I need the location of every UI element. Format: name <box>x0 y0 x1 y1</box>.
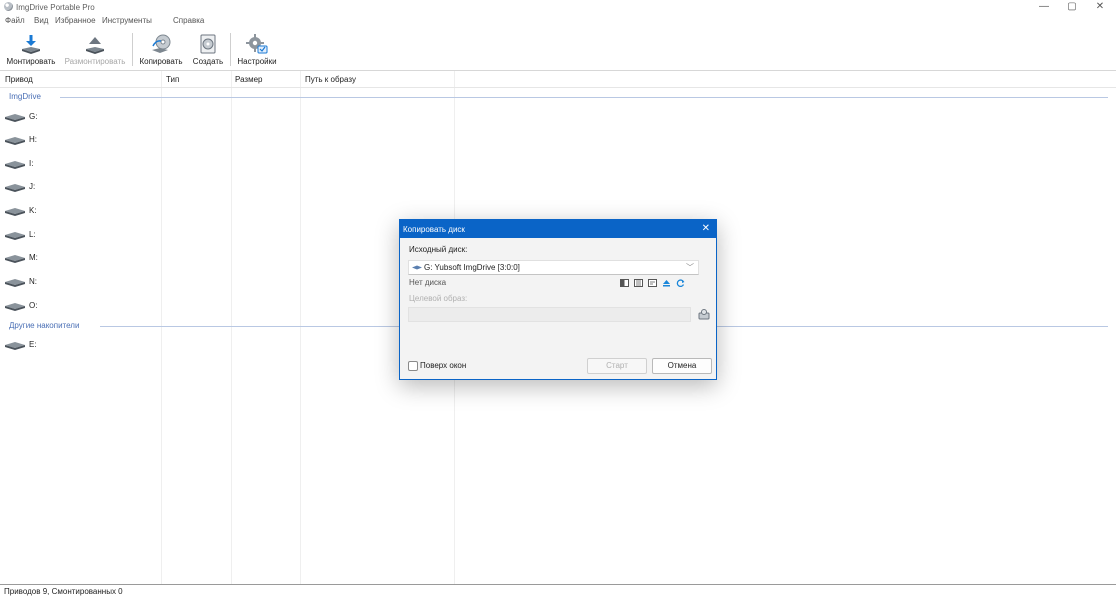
menu-file[interactable]: Файл <box>5 16 25 25</box>
drive-icon <box>5 279 25 287</box>
copy-disc-icon <box>152 34 171 53</box>
drive-label: I: <box>29 159 34 168</box>
drive-icon <box>5 255 25 263</box>
drive-label: N: <box>29 277 37 286</box>
target-image-label: Целевой образ: <box>409 294 468 303</box>
minimize-button[interactable]: — <box>1032 1 1056 12</box>
start-button[interactable]: Старт <box>587 358 647 374</box>
mount-label: Монтировать <box>6 57 56 66</box>
unmount-label: Размонтировать <box>64 57 126 66</box>
create-image-icon <box>200 34 216 54</box>
settings-button[interactable]: Настройки <box>234 29 280 67</box>
chevron-down-icon: ﹀ <box>686 263 694 272</box>
column-image-path[interactable]: Путь к образу <box>305 75 356 84</box>
header-divider <box>0 87 1116 88</box>
menu-help[interactable]: Справка <box>173 16 204 25</box>
toolbar-separator <box>230 33 231 66</box>
column-type[interactable]: Тип <box>166 75 179 84</box>
unmount-button[interactable]: Размонтировать <box>62 29 128 67</box>
column-size[interactable]: Размер <box>235 75 263 84</box>
create-button[interactable]: Создать <box>190 29 226 67</box>
gear-icon <box>246 34 268 54</box>
drive-icon <box>5 114 25 122</box>
mount-button[interactable]: Монтировать <box>4 29 58 67</box>
eject-icon[interactable] <box>662 279 671 287</box>
disc-info-icon[interactable] <box>620 279 629 287</box>
drive-icon <box>5 137 25 145</box>
drive-icon <box>5 232 25 240</box>
target-image-field[interactable] <box>408 307 691 322</box>
dialog-close-button[interactable]: ✕ <box>702 223 710 234</box>
dialog-title-bar[interactable]: Копировать диск ✕ <box>400 220 716 238</box>
create-label: Создать <box>192 57 224 66</box>
group-header-imgdrive: ImgDrive <box>0 92 1116 102</box>
settings-label: Настройки <box>237 57 277 66</box>
hard-drive-icon <box>5 342 25 350</box>
mount-icon <box>22 35 40 54</box>
drive-label: H: <box>29 135 37 144</box>
status-bar: Приводов 9, Смонтированных 0 <box>4 587 123 596</box>
dialog-title: Копировать диск <box>403 225 465 234</box>
drive-label: G: <box>29 112 38 121</box>
app-icon <box>4 2 13 11</box>
window-title: ImgDrive Portable Pro <box>16 3 95 12</box>
menu-tools[interactable]: Инструменты <box>102 16 152 25</box>
drive-icon <box>5 303 25 311</box>
eject-icon <box>86 37 104 54</box>
drive-icon <box>5 161 25 169</box>
drive-label: E: <box>29 340 37 349</box>
refresh-icon[interactable] <box>676 279 685 287</box>
drive-label: J: <box>29 182 36 191</box>
group-name: ImgDrive <box>9 92 46 101</box>
stay-on-top-checkbox[interactable] <box>408 361 418 371</box>
drive-label: K: <box>29 206 37 215</box>
source-disc-value: G: Yubsoft ImgDrive [3:0:0] <box>424 263 520 272</box>
drive-icon <box>412 265 422 270</box>
browse-folder-icon[interactable] <box>698 308 710 320</box>
source-disc-label: Исходный диск: <box>409 245 468 254</box>
copy-disc-dialog: Копировать диск ✕ Исходный диск: G: Yubs… <box>399 219 717 380</box>
group-line <box>60 97 1108 98</box>
source-disc-select[interactable]: G: Yubsoft ImgDrive [3:0:0] ﹀ <box>408 260 699 275</box>
drive-icon <box>5 208 25 216</box>
drive-label: L: <box>29 230 36 239</box>
maximize-button[interactable]: ▢ <box>1060 1 1084 12</box>
cancel-button[interactable]: Отмена <box>652 358 712 374</box>
title-bar: ImgDrive Portable Pro — ▢ ✕ <box>0 0 1116 14</box>
menu-favorites[interactable]: Избранное <box>55 16 96 25</box>
copy-button[interactable]: Копировать <box>138 29 184 67</box>
menu-bar: Файл Вид Избранное Инструменты Справка <box>0 14 1116 27</box>
drive-label: M: <box>29 253 38 262</box>
group-name: Другие накопители <box>9 321 84 330</box>
disc-status: Нет диска <box>409 278 447 287</box>
drive-label: O: <box>29 301 38 310</box>
toolbar: Монтировать Размонтировать Копировать Со… <box>0 29 1116 67</box>
toolbar-separator <box>132 33 133 66</box>
disc-properties-icon[interactable] <box>648 279 657 287</box>
column-drive[interactable]: Привод <box>5 75 33 84</box>
menu-view[interactable]: Вид <box>34 16 48 25</box>
drive-icon <box>5 184 25 192</box>
close-button[interactable]: ✕ <box>1088 1 1112 12</box>
copy-label: Копировать <box>139 57 183 66</box>
disc-sectors-icon[interactable] <box>634 279 643 287</box>
stay-on-top-label: Поверх окон <box>420 361 467 370</box>
